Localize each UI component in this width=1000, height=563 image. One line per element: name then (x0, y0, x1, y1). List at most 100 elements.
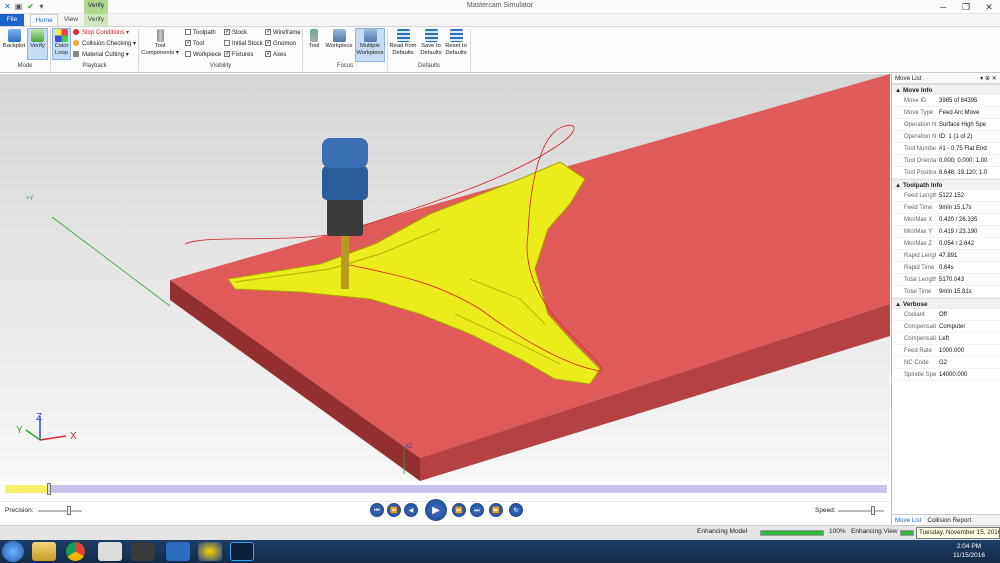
fixtures-checkbox[interactable]: ✓ Fixtures (224, 50, 253, 60)
tab-home[interactable]: Home (30, 14, 58, 26)
axes-label: Axes (273, 52, 287, 58)
step-forward-button[interactable]: ⏩ (452, 503, 466, 517)
speed-slider[interactable] (838, 510, 884, 512)
play-button[interactable]: ▶ (425, 499, 447, 521)
timeline[interactable] (0, 481, 890, 501)
property-row: Feed Length 5122.152 (892, 190, 1000, 202)
property-value: 0.64s (939, 265, 954, 271)
snipping-tool-icon[interactable] (98, 542, 122, 561)
fast-forward-button[interactable]: ⏩ (489, 503, 503, 517)
property-key: Total Length (904, 277, 936, 283)
precision-slider[interactable] (38, 510, 82, 512)
close-button[interactable]: ✕ (978, 0, 1000, 14)
property-value: Off (939, 312, 947, 318)
clock-time[interactable]: 2:04 PM (953, 543, 985, 550)
property-value: 0.419 / 23.190 (939, 229, 978, 235)
property-value: #1 - 0.75 Flat End (939, 146, 987, 152)
save-defaults-button[interactable]: Save to Defaults (418, 29, 444, 56)
tab-file[interactable]: File (0, 14, 24, 26)
timeline-slider-thumb[interactable] (47, 483, 52, 495)
tab-move-list[interactable]: Move List (892, 515, 925, 525)
check-icon: ✓ (265, 51, 272, 58)
precision-slider-thumb[interactable] (66, 506, 71, 515)
property-value: 3985 of 84395 (939, 98, 978, 104)
property-value: 0.420 / 26.335 (939, 217, 978, 223)
gnomon-z-label: Z (36, 412, 42, 423)
skip-forward-button[interactable]: ⏭ (470, 503, 484, 517)
restore-button[interactable]: ❐ (955, 0, 977, 14)
panel-pin-icon[interactable]: ▾ ⊕ ✕ (980, 74, 997, 83)
property-key: Compensation (904, 324, 936, 330)
collision-icon (73, 40, 79, 47)
scene: +Y Z X Y XZ (16, 74, 890, 481)
step-back-button[interactable]: ⏪ (387, 503, 401, 517)
3d-viewport[interactable]: +Y Z X Y XZ (0, 74, 890, 481)
property-key: Rapid Length (904, 253, 936, 259)
enhancing-model-label: Enhancing Model (697, 528, 748, 535)
play-reverse-button[interactable]: ◀ (404, 503, 418, 517)
check-icon: ✓ (265, 29, 272, 36)
save-icon[interactable]: ▣ (14, 2, 23, 11)
stop-conditions-menu[interactable]: Stop Conditions ▾ (73, 28, 129, 38)
go-to-start-button[interactable]: ⏮ (370, 503, 384, 517)
initial-stock-label: Initial Stock (232, 41, 263, 47)
minimize-button[interactable]: ─ (932, 0, 954, 14)
property-value: 5170.043 (939, 277, 965, 283)
material-cutting-menu[interactable]: Material Cutting ▾ (73, 50, 129, 60)
app-icon[interactable]: ✕ (3, 2, 12, 11)
color-loop-button[interactable]: Color Loop (52, 28, 71, 60)
collision-checking-menu[interactable]: Collision Checking ▾ (73, 39, 136, 49)
tool-components-button[interactable]: Tool Components ▾ (141, 29, 179, 56)
workpiece-checkbox[interactable]: Workpiece (185, 50, 221, 60)
multiple-workpiece-icon (363, 29, 377, 42)
property-key: Feed Rate (904, 348, 933, 354)
reset-defaults-button[interactable]: Reset to Defaults (444, 29, 468, 56)
verify-button[interactable]: Verify (27, 28, 48, 60)
speed-slider-thumb[interactable] (870, 506, 875, 515)
focus-tool-button[interactable]: Tool (305, 29, 323, 50)
mastercam-icon[interactable] (131, 542, 155, 561)
tab-view[interactable]: View (60, 14, 82, 26)
toolpath-checkbox[interactable]: Toolpath (185, 28, 216, 38)
photoshop-icon[interactable] (230, 542, 254, 561)
tab-collision-report[interactable]: Collision Report (924, 515, 974, 525)
property-row: Tool Position 8.648; 19.120; 1.0 (892, 167, 1000, 179)
gnomon-y-label: Y (16, 425, 23, 436)
simulator-icon[interactable] (166, 542, 190, 561)
property-value: Surface High Spe (939, 122, 987, 128)
property-value: 5122.152 (939, 193, 965, 199)
clock-date[interactable]: 11/15/2016 (951, 552, 987, 559)
toolpath-info-header[interactable]: ▲ Toolpath Info (892, 179, 1000, 190)
customize-dropdown-icon[interactable]: ▾ (37, 2, 46, 11)
initial-stock-checkbox[interactable]: Initial Stock (224, 39, 263, 49)
property-row: Coolant Off (892, 309, 1000, 321)
tool-checkbox[interactable]: ✓ Tool (185, 39, 204, 49)
stock-checkbox[interactable]: ✓ Stock (224, 28, 247, 38)
verbose-header[interactable]: ▲ Verbose (892, 298, 1000, 309)
move-info-header[interactable]: ▲ Move Info (892, 84, 1000, 95)
multiple-workpiece-button[interactable]: Multiple Workpiece (355, 28, 385, 62)
property-row: CompensationLeft (892, 333, 1000, 345)
axes-checkbox[interactable]: ✓ Axes (265, 50, 286, 60)
check-icon[interactable]: ✔ (26, 2, 35, 11)
model-progress-fill (761, 531, 823, 535)
stop-conditions-label: Stop Conditions (82, 30, 125, 36)
property-value: 47.891 (939, 253, 958, 259)
tool-spindle-lower (322, 166, 368, 200)
focus-workpiece-label: Workpiece (325, 43, 353, 49)
backplot-button[interactable]: Backplot (2, 29, 26, 50)
move-list-panel: Move List ▾ ⊕ ✕ ▲ Move Info Move ID 3985 … (891, 74, 1000, 525)
chrome-icon[interactable] (66, 542, 85, 561)
app-icon-circle[interactable] (198, 542, 222, 561)
start-button[interactable] (2, 541, 24, 562)
divider (470, 29, 471, 71)
loop-button[interactable]: ↻ (509, 503, 523, 517)
file-explorer-icon[interactable] (32, 542, 56, 561)
gnomon-checkbox[interactable]: ✓ Gnomon (265, 39, 296, 49)
tab-verify[interactable]: Verify (84, 14, 108, 26)
status-bar (0, 525, 1000, 540)
focus-workpiece-button[interactable]: Workpiece (325, 29, 353, 50)
wireframe-checkbox[interactable]: ✓ Wireframe (265, 28, 301, 38)
y-axis-line (51, 216, 171, 307)
read-defaults-button[interactable]: Read from Defaults (389, 29, 417, 56)
